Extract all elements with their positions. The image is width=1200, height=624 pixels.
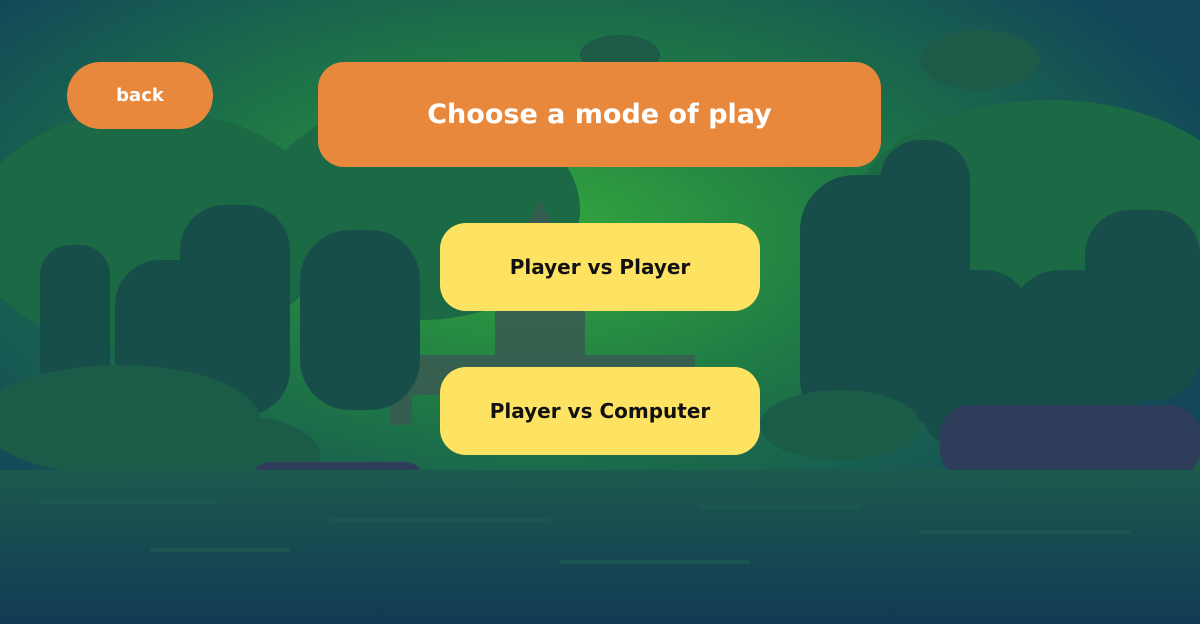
ground (0, 470, 1200, 624)
player-vs-player-button[interactable]: Player vs Player (440, 223, 760, 311)
page-title: Choose a mode of play (318, 62, 881, 167)
game-screen: back Choose a mode of play Player vs Pla… (0, 0, 1200, 624)
back-button[interactable]: back (67, 62, 213, 129)
player-vs-computer-button[interactable]: Player vs Computer (440, 367, 760, 455)
